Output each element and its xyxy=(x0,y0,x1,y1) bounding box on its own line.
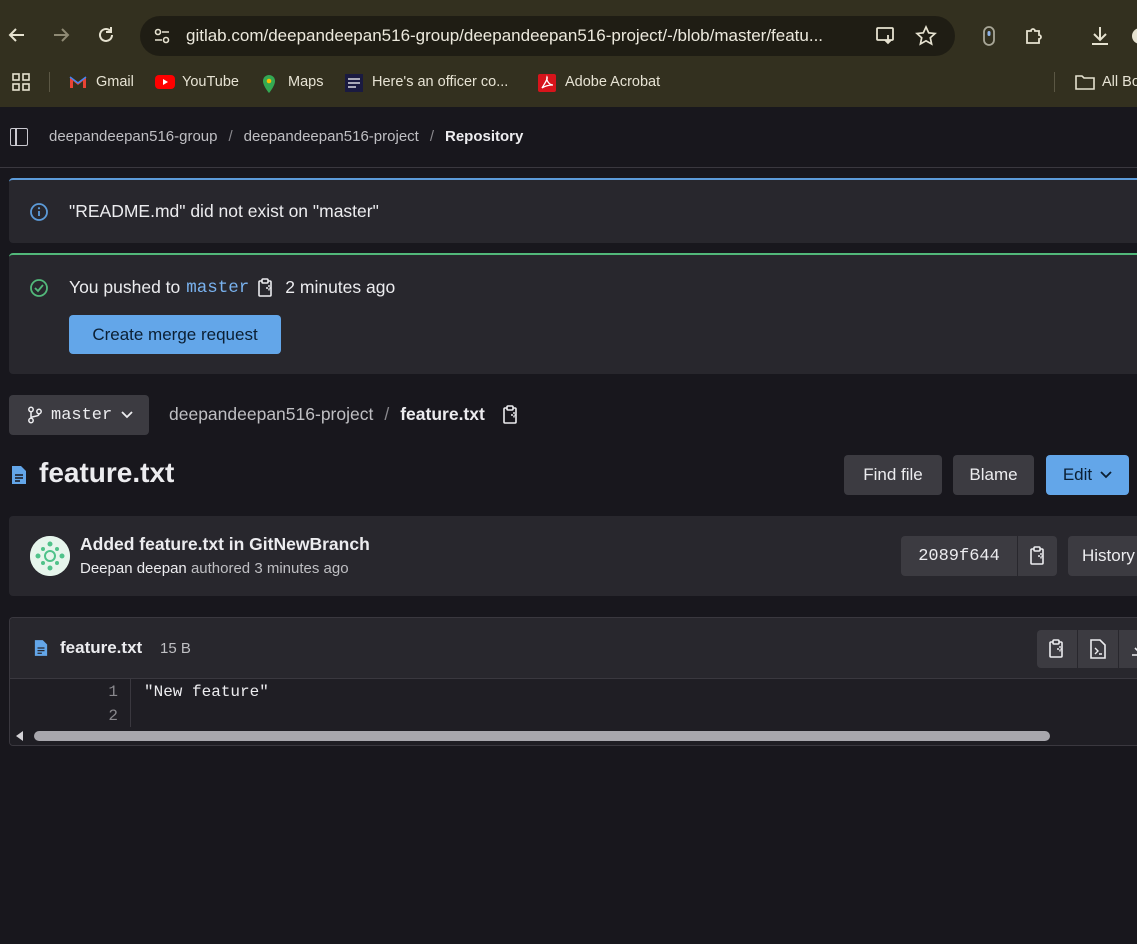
all-bookmarks-label: All Bo xyxy=(1102,74,1137,90)
back-arrow-icon[interactable] xyxy=(4,22,30,48)
top-bar: deepandeepan516-group / deepandeepan516-… xyxy=(0,107,1137,168)
all-bookmarks[interactable]: All Bo xyxy=(1075,72,1137,92)
branch-path-row: master deepandeepan516-project / feature… xyxy=(9,395,1137,435)
bookmark-gmail[interactable]: Gmail xyxy=(69,72,134,92)
commit-author[interactable]: Deepan deepan xyxy=(80,560,187,577)
file-path: deepandeepan516-project / feature.txt xyxy=(169,404,520,425)
browser-chrome: gitlab.com/deepandeepan516-group/deepand… xyxy=(0,0,1137,107)
push-time: 2 minutes ago xyxy=(285,277,396,297)
forward-arrow-icon[interactable] xyxy=(48,22,74,48)
blame-button[interactable]: Blame xyxy=(953,455,1034,495)
download-icon[interactable] xyxy=(1088,24,1112,48)
bookmark-officer-article[interactable]: Here's an officer co... xyxy=(345,72,508,92)
code-area[interactable]: 1 2 "New feature" xyxy=(10,679,1137,727)
path-project[interactable]: deepandeepan516-project xyxy=(169,404,373,425)
line-number[interactable]: 2 xyxy=(108,707,118,725)
info-alert: "README.md" did not exist on "master" xyxy=(9,178,1137,243)
commit-time: authored 3 minutes ago xyxy=(190,560,349,577)
copy-branch-icon[interactable] xyxy=(257,277,275,298)
bookmark-label: Here's an officer co... xyxy=(372,74,509,90)
bookmark-youtube[interactable]: YouTube xyxy=(155,72,239,92)
file-name[interactable]: feature.txt xyxy=(60,638,142,658)
branch-icon xyxy=(27,406,43,424)
maps-icon xyxy=(261,74,279,93)
folder-icon xyxy=(1075,74,1095,90)
profile-icon[interactable] xyxy=(1128,24,1137,48)
bookmark-maps[interactable]: Maps xyxy=(261,72,324,93)
scroll-left-arrow-icon[interactable] xyxy=(16,731,23,741)
chevron-down-icon xyxy=(121,411,133,419)
url-text: gitlab.com/deepandeepan516-group/deepand… xyxy=(186,26,824,45)
branch-selector[interactable]: master xyxy=(9,395,149,435)
gmail-icon xyxy=(69,74,87,90)
avatar[interactable] xyxy=(30,536,70,576)
info-alert-text: "README.md" did not exist on "master" xyxy=(69,201,379,221)
file-size: 15 B xyxy=(160,640,191,657)
extensions-puzzle-icon[interactable] xyxy=(1022,24,1046,48)
path-file[interactable]: feature.txt xyxy=(400,404,485,425)
page-title: feature.txt xyxy=(39,457,175,488)
file-header-row: feature.txt Find file Blame Edit xyxy=(9,455,1137,495)
copy-path-icon[interactable] xyxy=(502,404,520,425)
scrollbar-thumb[interactable] xyxy=(34,731,1050,741)
create-merge-request-button[interactable]: Create merge request xyxy=(69,315,281,354)
path-separator: / xyxy=(384,404,390,424)
apps-grid-icon[interactable] xyxy=(11,72,31,92)
extension-icon[interactable] xyxy=(977,24,1001,48)
copy-contents-icon[interactable] xyxy=(1037,630,1077,668)
sidebar-toggle-icon[interactable] xyxy=(10,128,28,146)
push-branch-link[interactable]: master xyxy=(186,278,249,298)
bookmarks-bar: Gmail YouTube Maps Here's an officer co.… xyxy=(0,66,1137,98)
bookmarks-divider xyxy=(49,72,50,92)
edit-label: Edit xyxy=(1062,465,1093,484)
commit-title[interactable]: Added feature.txt in GitNewBranch xyxy=(80,534,370,555)
address-bar[interactable]: gitlab.com/deepandeepan516-group/deepand… xyxy=(140,16,955,56)
last-commit-panel: Added feature.txt in GitNewBranch Deepan… xyxy=(9,516,1137,596)
file-viewer-header: feature.txt 15 B xyxy=(10,618,1137,679)
bookmark-star-icon[interactable] xyxy=(915,24,937,47)
bookmark-label: Maps xyxy=(288,74,324,90)
breadcrumb-separator: / xyxy=(228,128,233,145)
push-alert: You pushed to master 2 minutes ago Creat… xyxy=(9,253,1137,374)
bookmark-adobe-acrobat[interactable]: Adobe Acrobat xyxy=(538,72,660,92)
edit-dropdown-button[interactable]: Edit xyxy=(1046,455,1129,495)
info-icon xyxy=(29,202,49,222)
file-icon xyxy=(34,639,48,662)
push-alert-text: You pushed to master 2 minutes ago xyxy=(69,277,395,298)
youtube-icon xyxy=(155,74,175,90)
download-file-icon[interactable] xyxy=(1119,630,1137,668)
reload-icon[interactable] xyxy=(93,22,119,48)
line-numbers: 1 2 xyxy=(10,679,131,727)
copy-sha-icon[interactable] xyxy=(1017,536,1057,576)
breadcrumb-project[interactable]: deepandeepan516-project xyxy=(244,128,419,145)
breadcrumb-current[interactable]: Repository xyxy=(445,128,523,145)
code-line: "New feature" xyxy=(144,683,269,701)
breadcrumb-group[interactable]: deepandeepan516-group xyxy=(49,128,218,145)
bookmarks-divider xyxy=(1054,72,1055,92)
acrobat-icon xyxy=(538,74,556,92)
site-settings-icon[interactable] xyxy=(152,26,172,46)
line-number[interactable]: 1 xyxy=(108,683,118,701)
install-app-icon[interactable] xyxy=(875,25,897,47)
chevron-down-icon xyxy=(1100,471,1112,479)
breadcrumb-separator: / xyxy=(429,128,434,145)
push-prefix: You pushed to xyxy=(69,277,181,297)
bookmark-label: YouTube xyxy=(182,74,239,90)
branch-name: master xyxy=(51,405,113,425)
horizontal-scrollbar[interactable] xyxy=(10,727,1137,745)
breadcrumb: deepandeepan516-group / deepandeepan516-… xyxy=(49,128,523,145)
find-file-button[interactable]: Find file xyxy=(844,455,942,495)
commit-sha[interactable]: 2089f644 xyxy=(901,536,1017,576)
open-raw-icon[interactable] xyxy=(1078,630,1118,668)
check-circle-icon xyxy=(29,278,49,298)
file-icon xyxy=(11,465,27,490)
bookmark-label: Adobe Acrobat xyxy=(565,74,661,90)
history-button[interactable]: History xyxy=(1068,536,1137,576)
commit-meta: Deepan deepan authored 3 minutes ago xyxy=(80,560,349,577)
news-icon xyxy=(345,74,363,92)
file-viewer: feature.txt 15 B 1 2 "New feature" xyxy=(9,617,1137,746)
bookmark-label: Gmail xyxy=(96,74,134,90)
